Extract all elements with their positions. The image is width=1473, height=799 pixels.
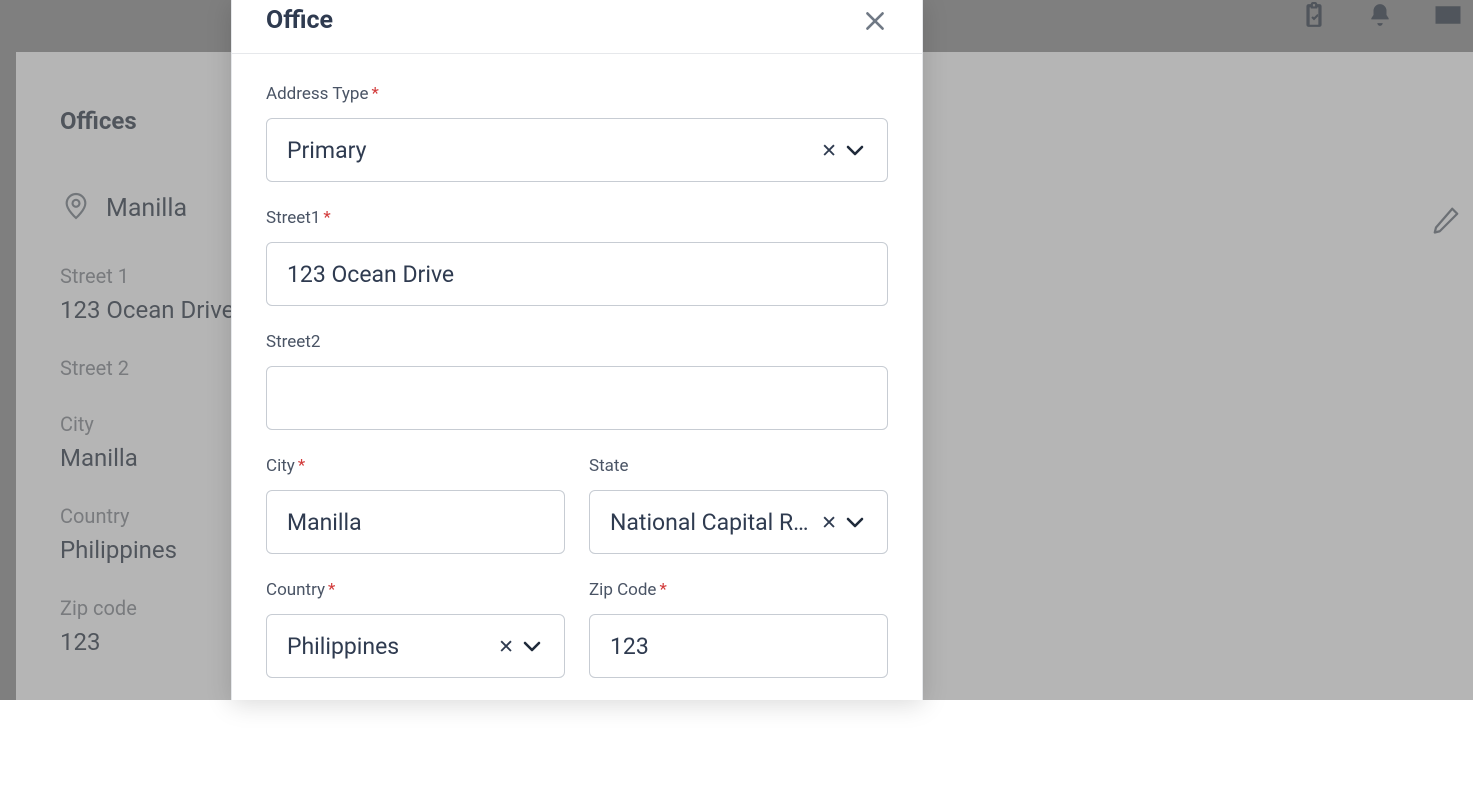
modal-header: Office — [232, 0, 922, 54]
form-group-zip: Zip Code* — [589, 580, 888, 678]
clear-icon[interactable]: ✕ — [498, 637, 514, 656]
city-input[interactable] — [266, 490, 565, 554]
form-row-city-state: City* State National Capital Reg... ✕ — [266, 456, 888, 580]
modal-body: Address Type* Primary ✕ Street1* Street2 — [232, 54, 922, 700]
required-asterisk: * — [659, 580, 666, 600]
required-asterisk: * — [298, 456, 305, 476]
label-text: City — [266, 456, 295, 476]
form-group-street1: Street1* — [266, 208, 888, 306]
chevron-down-icon[interactable] — [843, 510, 867, 534]
street2-label: Street2 — [266, 332, 888, 352]
required-asterisk: * — [371, 84, 378, 104]
modal-title: Office — [266, 6, 333, 35]
form-row-country-zip: Country* Philippines ✕ Zip Code* — [266, 580, 888, 700]
state-select[interactable]: National Capital Reg... ✕ — [589, 490, 888, 554]
address-type-select[interactable]: Primary ✕ — [266, 118, 888, 182]
street1-input[interactable] — [266, 242, 888, 306]
select-value: Primary — [287, 137, 813, 164]
country-select[interactable]: Philippines ✕ — [266, 614, 565, 678]
clear-icon[interactable]: ✕ — [821, 513, 837, 532]
office-modal: Office Address Type* Primary ✕ — [231, 0, 923, 700]
select-value: Philippines — [287, 633, 490, 660]
close-icon[interactable] — [862, 8, 888, 34]
required-asterisk: * — [323, 208, 330, 228]
label-text: Street1 — [266, 208, 320, 228]
zip-label: Zip Code* — [589, 580, 888, 600]
city-label: City* — [266, 456, 565, 476]
address-type-label: Address Type* — [266, 84, 888, 104]
label-text: Address Type — [266, 84, 368, 104]
form-group-city: City* — [266, 456, 565, 554]
street2-input[interactable] — [266, 366, 888, 430]
zip-input[interactable] — [589, 614, 888, 678]
form-group-state: State National Capital Reg... ✕ — [589, 456, 888, 554]
form-group-country: Country* Philippines ✕ — [266, 580, 565, 678]
required-asterisk: * — [328, 580, 335, 600]
clear-icon[interactable]: ✕ — [821, 141, 837, 160]
chevron-down-icon[interactable] — [520, 634, 544, 658]
chevron-down-icon[interactable] — [843, 138, 867, 162]
form-group-address-type: Address Type* Primary ✕ — [266, 84, 888, 182]
street1-label: Street1* — [266, 208, 888, 228]
state-label: State — [589, 456, 888, 476]
country-label: Country* — [266, 580, 565, 600]
select-controls: ✕ — [821, 510, 867, 534]
label-text: Country — [266, 580, 325, 600]
select-controls: ✕ — [821, 138, 867, 162]
select-controls: ✕ — [498, 634, 544, 658]
select-value: National Capital Reg... — [610, 509, 813, 536]
label-text: Zip Code — [589, 580, 656, 600]
form-group-street2: Street2 — [266, 332, 888, 430]
